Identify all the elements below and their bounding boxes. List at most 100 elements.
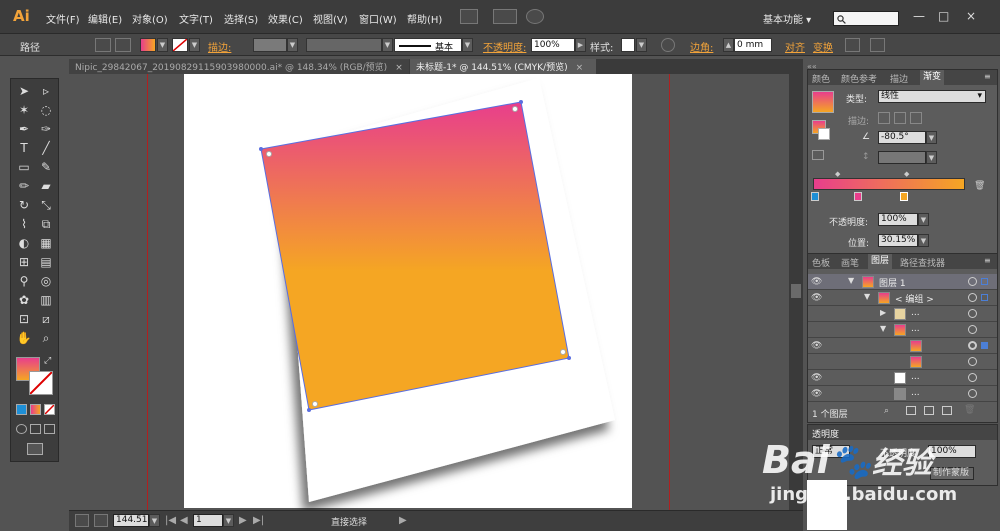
- tab-gradient[interactable]: 渐变: [920, 70, 945, 85]
- expand-arrow-icon[interactable]: ▼: [880, 324, 886, 333]
- pencil-icon[interactable]: ✏: [15, 178, 33, 194]
- eye-icon[interactable]: 👁: [811, 389, 822, 399]
- menu-type[interactable]: 文字(T): [179, 11, 213, 26]
- gradient-stop[interactable]: [854, 192, 862, 201]
- draw-normal-icon[interactable]: [16, 424, 27, 434]
- rotate-icon[interactable]: ↻: [15, 197, 33, 213]
- transform-bounding-icon[interactable]: [845, 38, 860, 52]
- stroke-weight-input[interactable]: [253, 38, 287, 52]
- variable-width-profile[interactable]: [306, 38, 382, 52]
- zoom-input[interactable]: 144.51: [113, 514, 149, 527]
- menu-edit[interactable]: 编辑(E): [88, 11, 122, 26]
- eye-icon[interactable]: 👁: [811, 293, 822, 303]
- column-graph-icon[interactable]: ▥: [37, 292, 55, 308]
- curvature-icon[interactable]: ✑: [37, 121, 55, 137]
- stroke-color-box[interactable]: [29, 371, 53, 395]
- gradient-icon[interactable]: ▤: [37, 254, 55, 270]
- search-input[interactable]: [833, 11, 899, 26]
- live-corner-widget[interactable]: [560, 349, 566, 355]
- zoom-icon[interactable]: ⌕: [37, 330, 55, 346]
- panel-menu-icon[interactable]: ≡: [984, 256, 991, 265]
- corner-input[interactable]: 0 mm: [734, 38, 772, 52]
- bridge-icon[interactable]: [460, 9, 478, 24]
- stroke-within-icon[interactable]: [878, 112, 890, 124]
- align-link[interactable]: 对齐: [785, 39, 805, 54]
- new-layer-icon[interactable]: [942, 406, 952, 415]
- layer-row-sublayer[interactable]: ▼ ...: [808, 322, 997, 338]
- angle-input[interactable]: -80.5°: [878, 131, 926, 144]
- target-icon[interactable]: [968, 389, 977, 398]
- stroke-across-icon[interactable]: [910, 112, 922, 124]
- stroke-weight-dropdown[interactable]: ▼: [287, 38, 298, 52]
- anchor-convert-icon[interactable]: [115, 38, 131, 52]
- live-corner-widget[interactable]: [312, 401, 318, 407]
- gpu-performance-icon[interactable]: [526, 9, 544, 24]
- tab-brushes[interactable]: 画笔: [841, 256, 859, 269]
- next-page-icon[interactable]: ▶: [239, 515, 247, 526]
- menu-file[interactable]: 文件(F): [46, 11, 80, 26]
- symbol-sprayer-icon[interactable]: ✿: [15, 292, 33, 308]
- tab-color[interactable]: 颜色: [812, 72, 830, 85]
- graphic-style-dropdown[interactable]: ▼: [636, 38, 647, 52]
- menu-help[interactable]: 帮助(H): [407, 11, 442, 26]
- live-corner-widget[interactable]: [512, 106, 518, 112]
- anchor-point[interactable]: [567, 356, 571, 360]
- anchor-point[interactable]: [259, 147, 263, 151]
- brush-definition[interactable]: 基本: [394, 38, 462, 53]
- share-icon[interactable]: [94, 514, 108, 527]
- clipping-mask-icon[interactable]: [906, 406, 916, 415]
- target-icon[interactable]: [968, 309, 977, 318]
- make-mask-button[interactable]: 制作蒙版: [930, 467, 974, 480]
- draw-inside-icon[interactable]: [44, 424, 55, 434]
- midpoint-diamond[interactable]: ◆: [835, 170, 840, 178]
- magic-wand-icon[interactable]: ✶: [15, 102, 33, 118]
- live-corner-widget[interactable]: [266, 151, 272, 157]
- workspace-switcher[interactable]: 基本功能 ▾: [763, 11, 811, 26]
- panel-menu-icon[interactable]: ≡: [984, 72, 991, 81]
- eye-icon[interactable]: 👁: [811, 341, 822, 351]
- last-page-icon[interactable]: ▶|: [253, 515, 264, 526]
- screen-mode-icon[interactable]: [27, 443, 43, 455]
- layer-row-path[interactable]: 👁 ...: [808, 386, 997, 402]
- direct-selection-icon[interactable]: ▹: [37, 83, 55, 99]
- layer-row-layer-1[interactable]: 👁 ▼ 图层 1: [808, 274, 997, 290]
- target-icon[interactable]: [968, 341, 977, 350]
- reverse-gradient-icon[interactable]: [812, 150, 824, 160]
- blend-icon[interactable]: ◎: [37, 273, 55, 289]
- selection-indicator[interactable]: [981, 342, 988, 349]
- target-icon[interactable]: [968, 277, 977, 286]
- eraser-icon[interactable]: ▰: [37, 178, 55, 194]
- lasso-icon[interactable]: ◌: [37, 102, 55, 118]
- menu-window[interactable]: 窗口(W): [359, 11, 397, 26]
- fill-dropdown[interactable]: ▼: [157, 38, 168, 52]
- perspective-icon[interactable]: ▦: [37, 235, 55, 251]
- gradient-stop[interactable]: [811, 192, 819, 201]
- mesh-icon[interactable]: ⊞: [15, 254, 33, 270]
- page-dropdown[interactable]: ▼: [223, 514, 234, 527]
- recolor-artwork-icon[interactable]: [661, 38, 675, 52]
- hand-icon[interactable]: ✋: [15, 330, 33, 346]
- target-icon[interactable]: [968, 373, 977, 382]
- close-button[interactable]: ×: [966, 9, 976, 23]
- opacity-dropdown[interactable]: ▶: [575, 38, 586, 52]
- line-icon[interactable]: ╱: [37, 140, 55, 156]
- tab-swatches[interactable]: 色板: [812, 256, 830, 269]
- menu-view[interactable]: 视图(V): [313, 11, 348, 26]
- stop-location-input[interactable]: 30.15%: [878, 234, 918, 247]
- artboard-icon[interactable]: ⊡: [15, 311, 33, 327]
- none-mode-button[interactable]: [44, 404, 55, 415]
- corner-stepper[interactable]: ▲: [723, 38, 734, 52]
- free-transform-icon[interactable]: ⧉: [37, 216, 55, 232]
- stop-opacity-dropdown[interactable]: ▼: [918, 213, 929, 226]
- anchor-point[interactable]: [307, 408, 311, 412]
- layer-row-path[interactable]: [808, 354, 997, 370]
- layer-row-path[interactable]: 👁: [808, 338, 997, 354]
- aspect-ratio-input[interactable]: [878, 151, 926, 164]
- target-icon[interactable]: [968, 293, 977, 302]
- tab-nipic-document[interactable]: Nipic_29842067_20190829115903980000.ai* …: [69, 59, 409, 74]
- tab-stroke[interactable]: 描边: [890, 72, 908, 85]
- gradient-thumbnail[interactable]: [812, 91, 834, 113]
- gradient-stop-selected[interactable]: [900, 192, 908, 201]
- gradient-slider[interactable]: [813, 178, 965, 190]
- opacity-label[interactable]: 不透明度:: [483, 39, 526, 54]
